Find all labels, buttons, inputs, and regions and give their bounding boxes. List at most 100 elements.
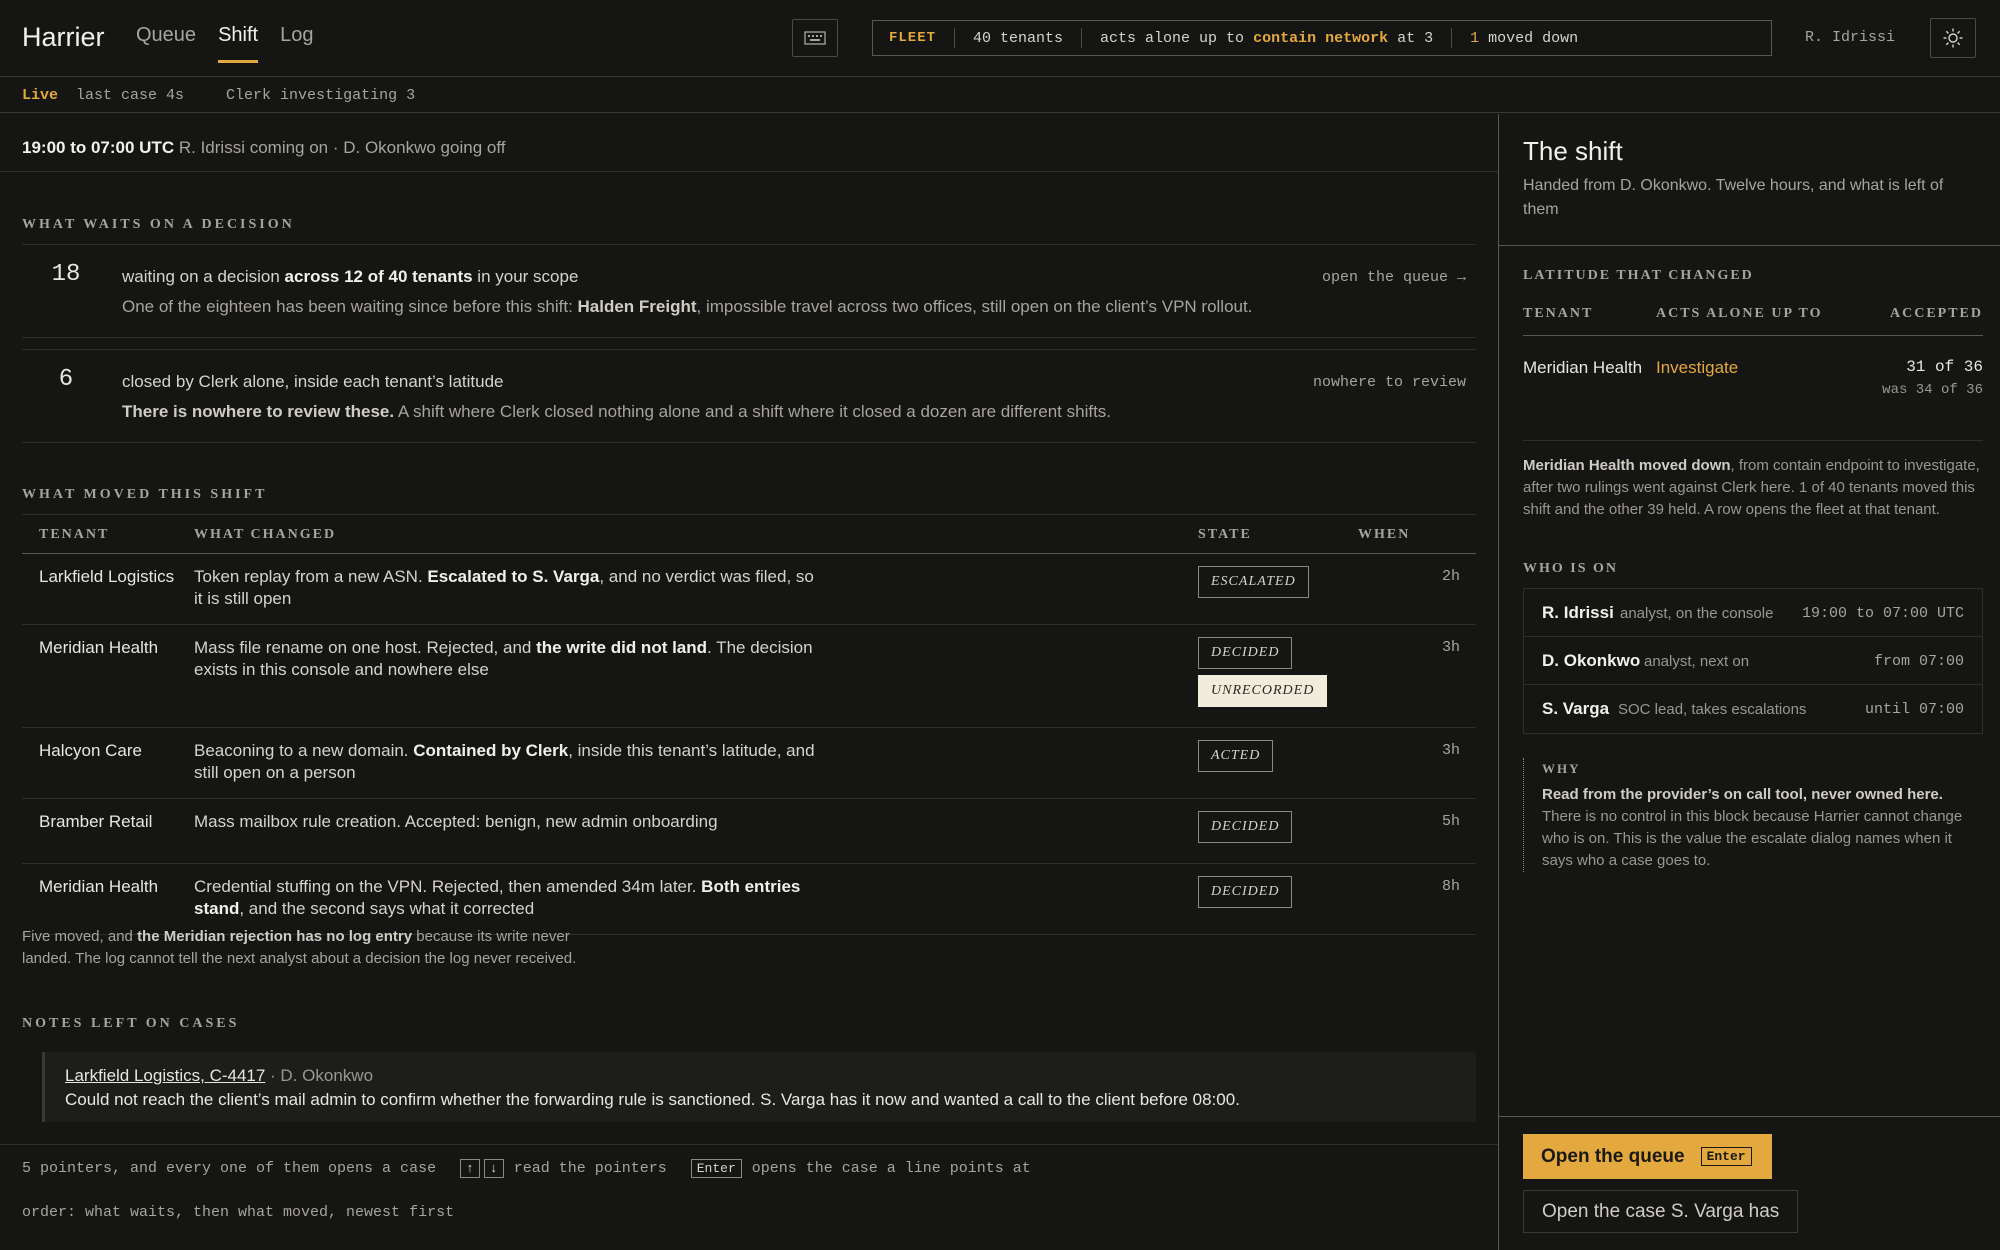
row-state: DECIDED UNRECORDED	[1198, 624, 1358, 728]
why-bold: Read from the provider’s on call tool, n…	[1542, 786, 1943, 803]
divider	[1499, 1116, 2000, 1117]
pointers-count: 5 pointers, and every one of them opens …	[22, 1160, 437, 1177]
divider	[1081, 28, 1083, 48]
keyboard-hint-footer: 5 pointers, and every one of them opens …	[0, 1144, 1498, 1250]
row-what: Mass mailbox rule creation. Accepted: be…	[194, 798, 1198, 864]
fleet-moved-count: 1	[1470, 29, 1480, 47]
sun-icon	[1943, 28, 1963, 48]
open-queue-label: Open the queue	[1541, 1145, 1685, 1167]
moved-table: TENANT WHAT CHANGED STATE WHEN Larkfield…	[22, 514, 1476, 935]
open-queue-link[interactable]: open the queue →	[1322, 269, 1466, 286]
row-tenant: Meridian Health	[22, 863, 194, 935]
table-row[interactable]: Bramber Retail Mass mailbox rule creatio…	[22, 798, 1476, 864]
column-header-what: WHAT CHANGED	[194, 514, 1198, 554]
keyboard-shortcuts-button[interactable]	[792, 19, 838, 57]
live-status-bar: Live last case 4s Clerk investigating 3	[0, 78, 2000, 113]
shift-people: R. Idrissi coming on · D. Okonkwo going …	[178, 138, 506, 157]
app-logo[interactable]: Harrier	[22, 22, 105, 53]
row-tenant: Halcyon Care	[22, 727, 194, 799]
lat-col-accepted: ACCEPTED	[1889, 306, 1983, 321]
fleet-acts-pre: acts alone up to	[1100, 29, 1245, 47]
last-case-age: last case 4s	[76, 86, 185, 104]
tab-shift[interactable]: Shift	[218, 24, 259, 63]
nowhere-to-review-label: nowhere to review	[1312, 374, 1466, 391]
latitude-table-header: TENANT ACTS ALONE UP TO ACCEPTED	[1523, 306, 1983, 336]
section-heading-notes: NOTES LEFT ON CASES	[22, 1016, 240, 1031]
state-badge: DECIDED	[1198, 637, 1293, 669]
theme-toggle-button[interactable]	[1930, 18, 1976, 58]
keyboard-icon	[804, 31, 826, 45]
shift-side-panel: The shift Handed from D. Okonkwo. Twelve…	[1498, 114, 2000, 1250]
clerk-status: Clerk investigating 3	[226, 86, 416, 104]
row-state: ESCALATED	[1198, 553, 1358, 625]
state-badge: ACTED	[1198, 740, 1274, 772]
row-tenant: Bramber Retail	[22, 798, 194, 864]
fleet-moved-text: moved down	[1488, 29, 1579, 47]
tab-queue[interactable]: Queue	[136, 24, 196, 63]
read-pointers-hint: read the pointers	[513, 1160, 667, 1177]
closed-line: closed by Clerk alone, inside each tenan…	[122, 372, 504, 391]
shift-summary-line: 19:00 to 07:00 UTC R. Idrissi coming on …	[0, 114, 1498, 172]
row-what: Mass file rename on one host. Rejected, …	[194, 624, 1198, 728]
open-case-button[interactable]: Open the case S. Varga has	[1523, 1190, 1799, 1233]
footer-order-line: order: what waits, then what moved, newe…	[22, 1204, 455, 1221]
case-note[interactable]: Larkfield Logistics, C-4417 · D. Okonkwo…	[42, 1052, 1476, 1122]
lat-col-tenant: TENANT	[1523, 306, 1594, 321]
table-row[interactable]: Larkfield Logistics Token replay from a …	[22, 553, 1476, 625]
who-heading: WHO IS ON	[1523, 561, 1619, 576]
list-item: R. Idrissi analyst, on the console 19:00…	[1524, 589, 1982, 637]
waiting-count: 18	[51, 261, 81, 288]
row-state: DECIDED	[1198, 863, 1358, 935]
arrow-down-key: ↓	[483, 1159, 504, 1178]
person-time: from 07:00	[1873, 653, 1964, 670]
row-what: Credential stuffing on the VPN. Rejected…	[194, 863, 1198, 935]
why-text: There is no control in this block becaus…	[1542, 808, 1963, 869]
waiting-detail: One of the eighteen has been waiting sin…	[122, 297, 1253, 316]
row-when: 2h	[1358, 553, 1476, 625]
table-row[interactable]: Meridian Health Credential stuffing on t…	[22, 863, 1476, 935]
enter-key: Enter	[1700, 1147, 1752, 1166]
note-text: Could not reach the client’s mail admin …	[65, 1090, 1240, 1109]
lat-accepted: 31 of 36	[1906, 358, 1983, 376]
open-queue-button[interactable]: Open the queue Enter	[1523, 1134, 1772, 1179]
column-header-state: STATE	[1198, 514, 1358, 554]
table-row[interactable]: Halcyon Care Beaconing to a new domain. …	[22, 727, 1476, 799]
person-role: SOC lead, takes escalations	[1618, 701, 1807, 718]
divider	[954, 28, 956, 48]
row-when: 5h	[1358, 798, 1476, 864]
tab-log[interactable]: Log	[280, 24, 313, 63]
footer-line-1: 5 pointers, and every one of them opens …	[22, 1159, 1031, 1178]
table-row[interactable]: Meridian Health Mass file rename on one …	[22, 624, 1476, 728]
row-when: 3h	[1358, 624, 1476, 728]
waiting-line: waiting on a decision across 12 of 40 te…	[122, 267, 579, 286]
decision-row-waiting[interactable]: 18 waiting on a decision across 12 of 40…	[22, 244, 1476, 338]
row-state: DECIDED	[1198, 798, 1358, 864]
enter-key: Enter	[690, 1159, 742, 1178]
note-case-link[interactable]: Larkfield Logistics, C-4417	[65, 1066, 265, 1085]
person-name: R. Idrissi	[1542, 603, 1614, 622]
decision-row-closed[interactable]: 6 closed by Clerk alone, inside each ten…	[22, 349, 1476, 443]
moved-summary: Five moved, and the Meridian rejection h…	[22, 928, 577, 967]
current-user[interactable]: R. Idrissi	[1805, 29, 1895, 46]
person-name: S. Varga	[1542, 699, 1610, 718]
state-badge: DECIDED	[1198, 811, 1293, 843]
person-time: until 07:00	[1864, 701, 1964, 718]
lat-col-acts: ACTS ALONE UP TO	[1656, 306, 1823, 321]
section-heading-waits: WHAT WAITS ON A DECISION	[22, 217, 295, 232]
lat-was: was 34 of 36	[1882, 382, 1983, 398]
list-item: D. Okonkwo analyst, next on from 07:00	[1524, 637, 1982, 685]
latitude-row[interactable]: Meridian Health Investigate 31 of 36 was…	[1523, 358, 1983, 418]
person-name: D. Okonkwo	[1542, 651, 1641, 670]
column-header-tenant: TENANT	[22, 514, 194, 554]
column-header-when: WHEN	[1358, 514, 1476, 554]
unrecorded-badge: UNRECORDED	[1198, 675, 1328, 707]
section-heading-moved: WHAT MOVED THIS SHIFT	[22, 487, 268, 502]
fleet-acts-post: at 3	[1397, 29, 1434, 47]
person-role: analyst, next on	[1644, 653, 1750, 670]
divider	[1451, 28, 1453, 48]
fleet-status-bar[interactable]: FLEET 40 tenants acts alone up to contai…	[872, 20, 1772, 56]
row-what: Token replay from a new ASN. Escalated t…	[194, 553, 1198, 625]
row-tenant: Meridian Health	[22, 624, 194, 728]
row-what: Beaconing to a new domain. Contained by …	[194, 727, 1198, 799]
lat-tenant: Meridian Health	[1523, 358, 1643, 377]
